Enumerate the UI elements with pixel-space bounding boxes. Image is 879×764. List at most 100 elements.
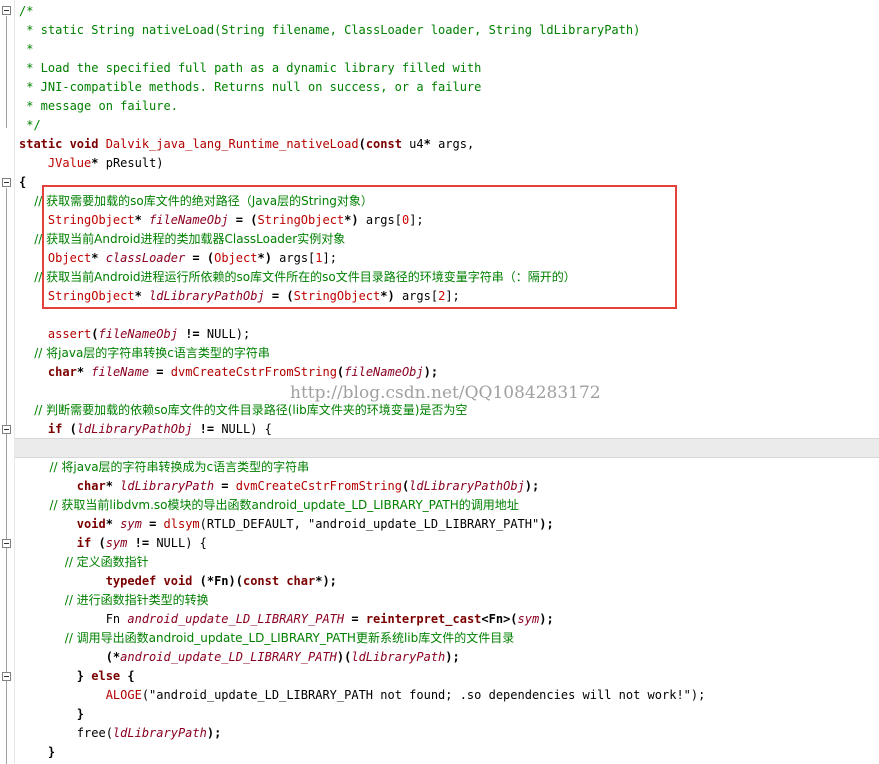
code-line[interactable]: char* ldLibraryPath = dvmCreateCstrFromS… xyxy=(19,477,539,496)
code-token: if xyxy=(47,422,70,436)
code-token: * xyxy=(76,365,92,379)
code-token: reinterpret_cast xyxy=(365,612,482,626)
code-line[interactable]: if (sym != NULL) { xyxy=(19,534,207,553)
code-token: * JNI-compatible methods. Returns null o… xyxy=(19,80,482,94)
code-line[interactable]: Fn android_update_LD_LIBRARY_PATH = rein… xyxy=(19,610,554,629)
code-token: assert xyxy=(47,327,92,341)
code-token: u4 xyxy=(409,137,424,151)
code-token: = xyxy=(214,479,236,493)
code-line[interactable]: free(ldLibraryPath); xyxy=(19,724,222,743)
code-line[interactable]: // 将java层的字符串转换c语言类型的字符串 xyxy=(19,344,270,363)
code-token: const char xyxy=(242,574,316,588)
code-token: = xyxy=(149,365,171,379)
code-line[interactable]: } xyxy=(19,743,55,762)
code-token: } xyxy=(19,707,85,721)
code-line[interactable]: if (ldLibraryPathObj != NULL) { xyxy=(19,420,272,439)
code-line[interactable]: // 定义函数指针 xyxy=(19,553,149,572)
code-token: (RTLD_DEFAULT, xyxy=(199,517,309,531)
code-token: ldLibraryPath xyxy=(351,650,446,664)
code-line[interactable]: // 获取当前libdvm.so模块的导出函数android_update_LD… xyxy=(19,496,519,515)
watermark-text: http://blog.csdn.net/QQ1084283172 xyxy=(290,383,601,403)
code-line[interactable]: * xyxy=(19,40,33,59)
code-token: = xyxy=(141,517,164,531)
code-line[interactable]: ALOGE("android_update_LD_LIBRARY_PATH no… xyxy=(19,686,706,705)
code-token: ( xyxy=(358,137,366,151)
fold-toggle-icon[interactable] xyxy=(2,672,11,681)
code-token: *); xyxy=(315,574,337,588)
code-token: (* xyxy=(19,650,121,664)
code-line[interactable]: /* xyxy=(19,2,33,21)
code-token: = xyxy=(344,612,366,626)
code-line[interactable]: typedef void (*Fn)(const char*); xyxy=(19,572,337,591)
code-line[interactable]: */ xyxy=(19,116,41,135)
code-line[interactable]: // 将java层的字符串转换成为c语言类型的字符串 xyxy=(19,458,310,477)
code-token: sym xyxy=(105,536,128,550)
code-token: } xyxy=(19,745,56,759)
code-token: static void xyxy=(19,137,106,151)
code-token: ( xyxy=(91,327,99,341)
code-token: ); xyxy=(539,517,554,531)
code-token: ); xyxy=(445,650,460,664)
code-line[interactable]: * message on failure. xyxy=(19,97,178,116)
code-token: typedef void xyxy=(105,574,200,588)
code-line[interactable]: void* sym = dlsym(RTLD_DEFAULT, "android… xyxy=(19,515,554,534)
annotation-highlight-box xyxy=(42,185,677,309)
code-line[interactable]: } xyxy=(19,705,84,724)
code-line[interactable]: // 调用导出函数android_update_LD_LIBRARY_PATH更… xyxy=(19,629,514,648)
code-token: Dalvik_java_lang_Runtime_nativeLoad xyxy=(105,137,359,151)
code-line[interactable]: char* fileName = dvmCreateCstrFromString… xyxy=(19,363,438,382)
code-line[interactable]: * Load the specified full path as a dyna… xyxy=(19,59,481,78)
code-line[interactable]: * JNI-compatible methods. Returns null o… xyxy=(19,78,481,97)
code-token: fileName xyxy=(91,365,150,379)
fold-toggle-icon[interactable] xyxy=(2,178,11,187)
fold-toggle-icon[interactable] xyxy=(2,425,11,434)
fold-gutter xyxy=(0,0,15,764)
code-token: ALOGE xyxy=(105,688,142,702)
code-token: */ xyxy=(19,118,41,132)
code-token: * xyxy=(105,517,121,531)
code-line[interactable]: assert(fileNameObj != NULL); xyxy=(19,325,250,344)
fold-guide xyxy=(6,16,7,128)
code-token: ); xyxy=(423,365,439,379)
code-line[interactable]: * static String nativeLoad(String filena… xyxy=(19,21,640,40)
code-line[interactable]: JValue* pResult) xyxy=(19,154,164,173)
code-token: if xyxy=(76,536,99,550)
code-token: // 获取当前libdvm.so模块的导出函数android_update_LD… xyxy=(19,498,519,512)
code-line[interactable]: { xyxy=(19,173,26,192)
fold-toggle-icon[interactable] xyxy=(2,6,11,15)
code-token: NULL) { xyxy=(156,536,207,550)
code-token: void xyxy=(76,517,106,531)
code-token: ldLibraryPath xyxy=(120,479,215,493)
code-token: ldLibraryPath xyxy=(112,726,207,740)
code-token: * xyxy=(91,156,106,170)
code-token: )( xyxy=(336,650,352,664)
fold-toggle-icon[interactable] xyxy=(2,539,11,548)
code-token: <Fn>( xyxy=(481,612,518,626)
code-line[interactable]: // 判断需要加载的依赖so库文件的文件目录路径(lib库文件夹的环境变量)是否… xyxy=(19,401,467,420)
code-token: JValue xyxy=(47,156,92,170)
code-token: fileNameObj xyxy=(98,327,178,341)
code-token: ); xyxy=(206,726,222,740)
code-token: ( xyxy=(69,422,77,436)
code-token: { xyxy=(19,175,27,189)
code-token: ); xyxy=(539,612,554,626)
code-line[interactable]: static void Dalvik_java_lang_Runtime_nat… xyxy=(19,135,474,154)
code-line[interactable]: // 进行函数指针类型的转换 xyxy=(19,591,209,610)
code-editor[interactable]: /* * static String nativeLoad(String fil… xyxy=(0,0,879,764)
code-token: dvmCreateCstrFromString xyxy=(235,479,402,493)
code-token: // 进行函数指针类型的转换 xyxy=(19,593,209,607)
code-token: * xyxy=(423,137,439,151)
code-token: pResult) xyxy=(105,156,164,170)
code-line[interactable]: (*android_update_LD_LIBRARY_PATH)(ldLibr… xyxy=(19,648,460,667)
code-token: char xyxy=(76,479,106,493)
code-token: Fn xyxy=(19,612,128,626)
code-line[interactable]: } else { xyxy=(19,667,135,686)
